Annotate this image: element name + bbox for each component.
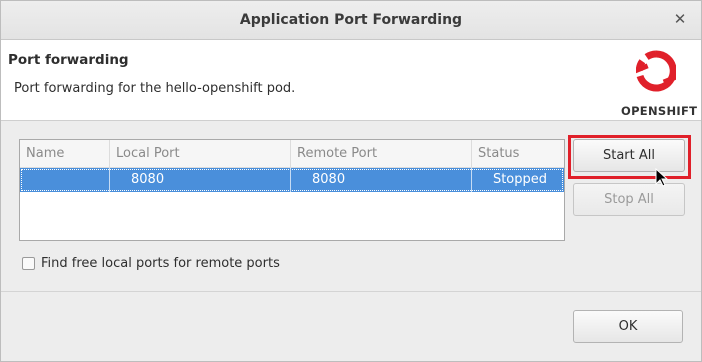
column-header-status[interactable]: Status (472, 140, 564, 167)
table-header: Name Local Port Remote Port Status (20, 140, 564, 168)
port-forward-table[interactable]: Name Local Port Remote Port Status 8080 … (19, 139, 565, 241)
cell-local-port: 8080 (110, 168, 291, 192)
mouse-cursor-icon (655, 168, 669, 187)
cell-remote-port: 8080 (291, 168, 472, 192)
column-header-name[interactable]: Name (20, 140, 110, 167)
table-row[interactable]: 8080 8080 Stopped (20, 168, 564, 192)
title-bar[interactable]: Application Port Forwarding ✕ (1, 1, 701, 40)
footer-divider (1, 291, 701, 292)
find-free-ports-label[interactable]: Find free local ports for remote ports (41, 256, 280, 271)
cell-name (20, 168, 110, 192)
column-header-local-port[interactable]: Local Port (110, 140, 291, 167)
dialog-header: Port forwarding Port forwarding for the … (1, 40, 701, 121)
column-header-remote-port[interactable]: Remote Port (291, 140, 472, 167)
openshift-logo-icon (636, 50, 676, 92)
ok-button[interactable]: OK (573, 310, 683, 343)
header-description: Port forwarding for the hello-openshift … (14, 81, 296, 96)
port-forwarding-dialog: Application Port Forwarding ✕ Port forwa… (0, 0, 702, 362)
window-title: Application Port Forwarding (239, 12, 463, 28)
openshift-logo: OPENSHIFT (621, 46, 698, 118)
find-free-ports-checkbox[interactable] (22, 257, 35, 270)
cell-status: Stopped (492, 172, 547, 187)
logo-text: OPENSHIFT (621, 104, 698, 118)
close-icon[interactable]: ✕ (671, 10, 689, 28)
header-title: Port forwarding (8, 52, 129, 68)
